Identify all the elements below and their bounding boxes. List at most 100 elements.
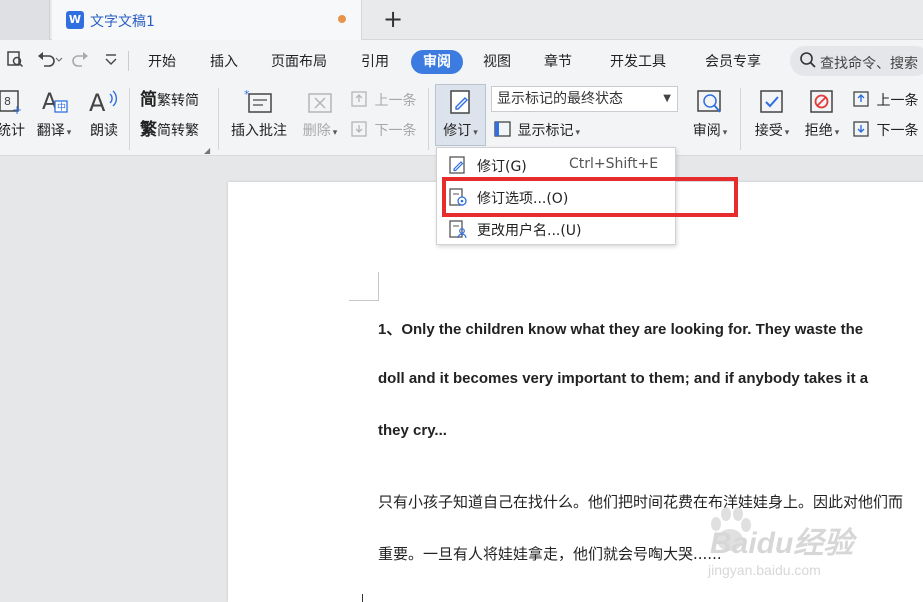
watermark-text: Baidu经验: [710, 527, 854, 560]
tab-bar: W 文字文稿1 +: [0, 0, 923, 40]
menu-view[interactable]: 视图: [483, 50, 511, 74]
new-tab-button[interactable]: +: [380, 5, 406, 33]
accept-button[interactable]: 接受 ▾: [750, 88, 794, 140]
menu-bar: 开始 插入 页面布局 引用 审阅 视图 章节 开发工具 会员专享 查找命令、搜索: [0, 40, 923, 82]
english-paragraph-line[interactable]: doll and it becomes very important to th…: [378, 370, 868, 387]
tab-bar-left-stub: [0, 0, 50, 40]
text-cursor: [362, 594, 363, 602]
prev-change-icon: [853, 91, 869, 107]
show-markup-button[interactable]: 显示标记 ▾: [493, 120, 580, 143]
ribbon-separator: [129, 88, 130, 150]
accept-icon: [760, 90, 783, 113]
customize-toolbar-icon[interactable]: [104, 50, 118, 72]
menu-review[interactable]: 审阅: [411, 50, 463, 74]
read-aloud-button[interactable]: A 朗读: [86, 88, 122, 140]
prev-comment-label: 上一条: [374, 93, 417, 109]
simp-to-trad-button[interactable]: 繁简转繁: [140, 120, 199, 141]
delete-comment-icon: [308, 93, 332, 113]
word-count-button[interactable]: 8 + 统计: [0, 88, 28, 140]
redo-icon[interactable]: [72, 50, 90, 72]
menu-item-label: 更改用户名...(U): [477, 223, 582, 239]
menu-chapter[interactable]: 章节: [544, 50, 572, 74]
next-comment-icon: [351, 121, 367, 137]
search-placeholder: 查找命令、搜索: [820, 56, 918, 72]
undo-icon[interactable]: [36, 50, 64, 72]
next-change-label: 下一条: [876, 123, 919, 139]
prev-comment-button[interactable]: 上一条: [350, 90, 416, 111]
reject-label: 拒绝 ▾: [804, 123, 840, 139]
next-comment-button[interactable]: 下一条: [350, 120, 416, 141]
trad-to-simp-label: 繁转简: [157, 93, 199, 109]
tab-title: 文字文稿1: [90, 14, 155, 30]
chinese-conversion-dialog-launcher-icon[interactable]: ◢: [204, 146, 210, 155]
trad-to-simp-icon: 简: [140, 90, 157, 110]
show-markup-label: 显示标记: [517, 123, 574, 139]
prev-change-label: 上一条: [876, 93, 919, 109]
margin-corner-mark: [378, 272, 379, 300]
svg-text:A: A: [89, 89, 106, 116]
accept-label: 接受 ▾: [754, 123, 790, 139]
menu-page-layout[interactable]: 页面布局: [271, 50, 327, 74]
print-preview-icon[interactable]: [6, 50, 24, 72]
insert-comment-icon: *: [244, 88, 272, 113]
ribbon-separator: [740, 88, 741, 150]
next-comment-label: 下一条: [374, 123, 417, 139]
menu-item-shortcut: Ctrl+Shift+E: [569, 156, 659, 172]
menu-insert[interactable]: 插入: [210, 50, 238, 74]
next-change-button[interactable]: 下一条: [852, 120, 918, 141]
delete-comment-button[interactable]: 删除 ▾: [298, 88, 342, 140]
menu-start[interactable]: 开始: [148, 50, 176, 74]
delete-comment-label: 删除 ▾: [302, 123, 338, 139]
ribbon-separator: [218, 88, 219, 150]
trad-to-simp-button[interactable]: 简繁转简: [140, 90, 199, 111]
track-changes-label: 修订 ▾: [443, 123, 478, 139]
svg-text:*: *: [244, 88, 250, 101]
wps-writer-icon: W: [66, 11, 84, 29]
menu-developer[interactable]: 开发工具: [610, 50, 666, 74]
markup-display-select[interactable]: 显示标记的最终状态 ▼: [491, 86, 678, 112]
review-pane-label: 审阅 ▾: [692, 123, 728, 139]
annotation-highlight-box: [442, 177, 738, 217]
word-count-icon: 8+: [0, 90, 22, 116]
insert-comment-label: 插入批注: [231, 123, 287, 139]
show-markup-icon: [494, 121, 511, 137]
insert-comment-button[interactable]: * 插入批注: [228, 88, 290, 140]
chevron-down-icon: ▼: [663, 93, 671, 104]
reject-icon: [810, 90, 833, 113]
change-username-icon: [449, 220, 467, 239]
simp-to-trad-icon: 繁: [140, 120, 157, 140]
unsaved-dot-icon: [338, 15, 346, 23]
read-aloud-label: 朗读: [90, 123, 118, 139]
menu-references[interactable]: 引用: [361, 50, 389, 74]
english-paragraph-line[interactable]: 1、Only the children know what they are l…: [378, 318, 863, 339]
track-changes-icon: [449, 156, 465, 174]
baidu-watermark: Baidu经验 jingyan.baidu.com: [700, 500, 920, 590]
track-changes-button-content[interactable]: 修订 ▾: [435, 88, 486, 140]
review-pane-icon: [697, 90, 721, 113]
command-search[interactable]: 查找命令、搜索: [790, 46, 923, 76]
menu-divider: [128, 51, 129, 71]
markup-display-value: 显示标记的最终状态: [497, 91, 623, 107]
next-change-icon: [853, 121, 869, 137]
prev-change-button[interactable]: 上一条: [852, 90, 918, 111]
english-paragraph-line[interactable]: they cry...: [378, 422, 447, 439]
translate-label: 翻译 ▾: [36, 123, 72, 139]
word-count-label: 统计: [0, 123, 25, 139]
menu-item-label: 修订(G): [477, 159, 527, 175]
tab-document[interactable]: W 文字文稿1: [52, 0, 362, 40]
translate-button[interactable]: A中 翻译 ▾: [36, 88, 72, 140]
menu-item-change-username[interactable]: 更改用户名...(U): [437, 213, 675, 245]
review-pane-button[interactable]: 审阅 ▾: [688, 88, 732, 140]
prev-comment-icon: [351, 91, 367, 107]
svg-text:8: 8: [4, 95, 11, 108]
watermark-url: jingyan.baidu.com: [708, 562, 821, 578]
track-changes-icon: [449, 90, 470, 114]
chinese-paragraph-line[interactable]: 重要。一旦有人将娃娃拿走，他们就会号啕大哭......: [378, 543, 722, 564]
menu-member[interactable]: 会员专享: [705, 50, 761, 74]
svg-text:+: +: [12, 103, 22, 116]
reject-button[interactable]: 拒绝 ▾: [800, 88, 844, 140]
read-aloud-icon: A: [89, 89, 118, 116]
search-icon: [799, 51, 817, 73]
translate-icon: A中: [42, 90, 68, 115]
svg-text:中: 中: [57, 101, 66, 113]
